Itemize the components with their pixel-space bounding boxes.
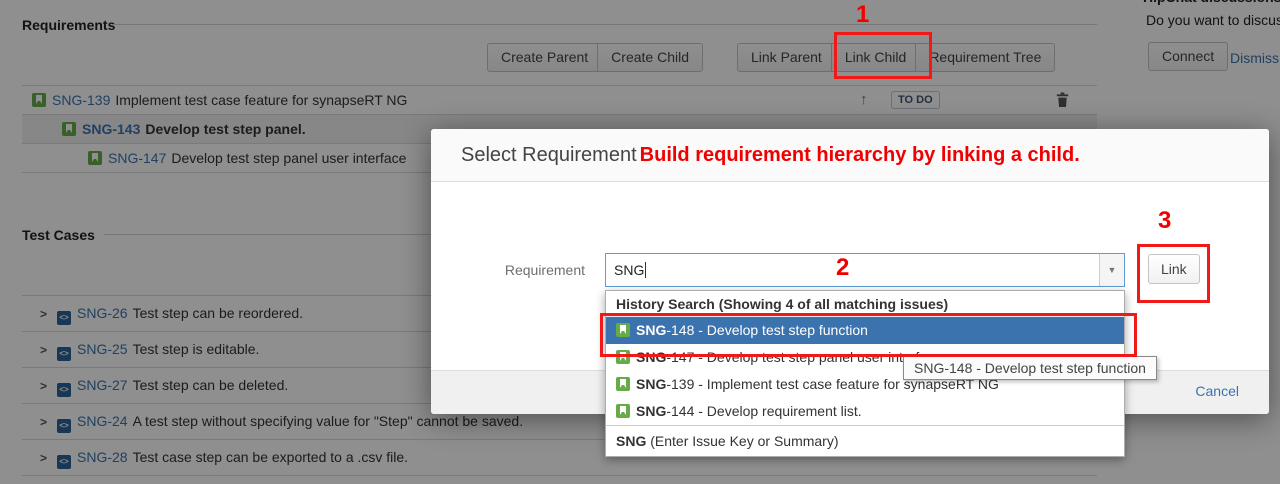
annotation-box-link-button bbox=[1137, 244, 1210, 303]
annotation-number-3: 3 bbox=[1158, 207, 1171, 235]
issue-key: SNG bbox=[636, 376, 666, 392]
dropdown-item-sng-144[interactable]: SNG-144 - Develop requirement list. bbox=[606, 398, 1124, 425]
annotation-note: Build requirement hierarchy by linking a… bbox=[640, 144, 1080, 166]
requirement-field-label: Requirement bbox=[491, 253, 585, 287]
dialog-header: Select RequirementBuild requirement hier… bbox=[431, 129, 1269, 182]
issue-key: SNG bbox=[636, 403, 666, 419]
annotation-number-2: 2 bbox=[836, 254, 849, 282]
text-caret bbox=[645, 262, 646, 278]
annotation-box-selected-item bbox=[600, 313, 1137, 357]
dialog-title: Select Requirement bbox=[461, 144, 637, 166]
requirement-input[interactable]: SNG ▼ bbox=[605, 253, 1125, 287]
annotation-number-1: 1 bbox=[856, 1, 869, 29]
requirement-icon bbox=[616, 377, 630, 391]
cancel-link[interactable]: Cancel bbox=[1195, 383, 1239, 399]
requirement-icon bbox=[616, 404, 630, 418]
dropdown-hint: SNG (Enter Issue Key or Summary) bbox=[606, 425, 1124, 456]
dropdown-toggle-icon[interactable]: ▼ bbox=[1099, 254, 1124, 286]
issue-summary: -144 - Develop requirement list. bbox=[666, 403, 861, 419]
annotation-box-link-child bbox=[834, 32, 932, 79]
requirement-input-value: SNG bbox=[614, 262, 644, 278]
suggestion-tooltip: SNG-148 - Develop test step function bbox=[903, 356, 1157, 380]
hint-text: (Enter Issue Key or Summary) bbox=[646, 433, 838, 449]
hint-key: SNG bbox=[616, 433, 646, 449]
